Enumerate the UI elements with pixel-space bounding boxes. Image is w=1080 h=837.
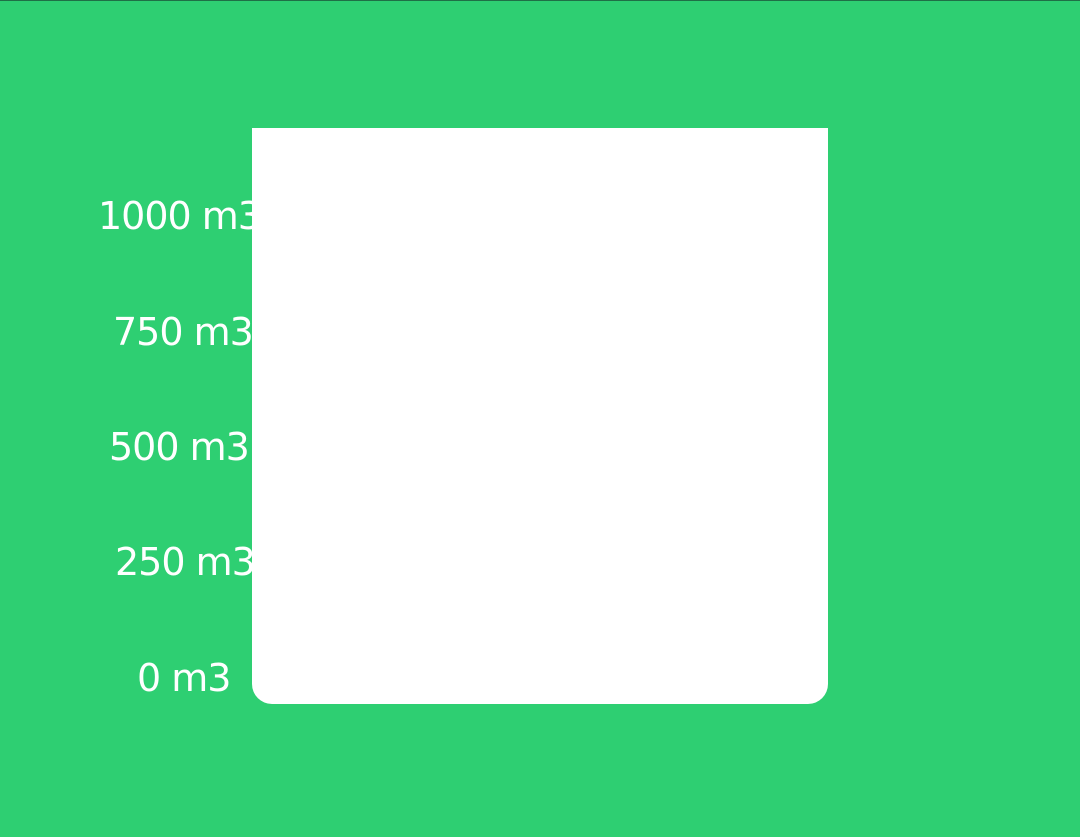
tick-label-250: 250 m3 [115, 540, 256, 584]
tick-label-0: 0 m3 [137, 656, 231, 700]
tank-gauge [252, 128, 828, 704]
tick-label-1000: 1000 m3 [98, 194, 262, 238]
tick-label-500: 500 m3 [109, 425, 250, 469]
volume-scale: 1000 m3 750 m3 500 m3 250 m3 0 m3 [0, 0, 262, 837]
tick-label-750: 750 m3 [113, 310, 254, 354]
